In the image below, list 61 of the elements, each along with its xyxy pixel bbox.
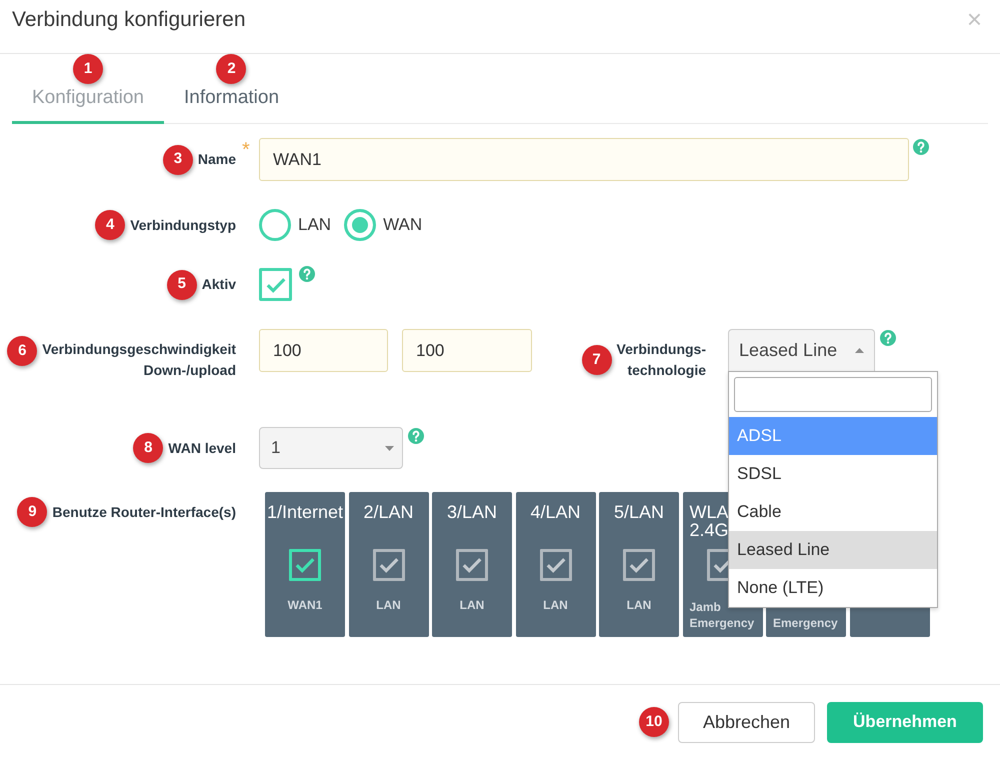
option-label[interactable]: LAN bbox=[298, 212, 332, 238]
interface-name: 3/LAN bbox=[446, 503, 498, 524]
checkbox[interactable] bbox=[259, 268, 292, 301]
help-icon[interactable] bbox=[880, 330, 896, 346]
interface-label: LAN bbox=[543, 597, 568, 613]
interface-name: 1/Internet bbox=[266, 503, 344, 524]
interface-name: WLA 2.4G bbox=[690, 503, 729, 542]
checkmark-icon bbox=[266, 276, 286, 292]
name-field[interactable]: WAN1 bbox=[259, 138, 909, 181]
dropdown-option[interactable]: SDSL bbox=[729, 455, 937, 493]
callout-number: 10 bbox=[639, 707, 669, 737]
download-field[interactable]: 100 bbox=[259, 329, 388, 372]
field-label: Verbindungs-technologie bbox=[616, 340, 706, 380]
field-label: Name bbox=[198, 150, 236, 169]
interface-name: 4/LAN bbox=[530, 503, 581, 524]
help-icon[interactable] bbox=[408, 428, 424, 444]
field-label: Aktiv bbox=[202, 275, 236, 294]
interface-name: 5/LAN bbox=[614, 503, 664, 524]
callout-number: 2 bbox=[216, 54, 246, 84]
field-label: WAN level bbox=[168, 438, 236, 458]
callout-number: 3 bbox=[162, 144, 193, 174]
callout-number: 6 bbox=[7, 336, 38, 366]
field-label: Benutze Router-Interface(s) bbox=[52, 502, 236, 522]
caret-down-icon bbox=[385, 446, 394, 450]
upload-field[interactable]: 100 bbox=[402, 329, 532, 372]
tab[interactable]: Information bbox=[164, 85, 300, 124]
radio-button[interactable] bbox=[259, 209, 291, 241]
field-label: Verbindungsgeschwindigkeit Down-/upload bbox=[42, 340, 236, 380]
callout-number: 5 bbox=[166, 270, 197, 300]
checkmark-icon bbox=[629, 557, 649, 573]
dialog-title: Verbindung konfigurieren bbox=[12, 8, 246, 32]
callout-number: 8 bbox=[133, 433, 164, 463]
technology-dropdown[interactable]: Leased Line bbox=[728, 329, 875, 371]
dropdown-option[interactable]: Leased Line bbox=[729, 531, 937, 569]
checkmark-icon bbox=[378, 557, 398, 573]
callout-number: 9 bbox=[17, 497, 48, 527]
callout-number: 7 bbox=[582, 345, 612, 375]
required-mark: * bbox=[242, 139, 250, 161]
help-icon[interactable] bbox=[299, 266, 315, 282]
level-dropdown[interactable]: 1 bbox=[259, 427, 403, 469]
checkmark-icon bbox=[546, 557, 566, 573]
search-field[interactable] bbox=[734, 377, 932, 412]
interface-checkbox[interactable] bbox=[289, 549, 321, 581]
interface-label: Emergency bbox=[773, 615, 838, 631]
interface-label: LAN bbox=[376, 597, 401, 613]
interface-label: LAN bbox=[626, 597, 652, 613]
checkmark-icon bbox=[295, 557, 315, 573]
option-label[interactable]: WAN bbox=[383, 212, 422, 238]
dropdown-option[interactable]: None (LTE) bbox=[729, 569, 937, 607]
radio-button[interactable] bbox=[344, 209, 376, 241]
callout-number: 1 bbox=[72, 54, 103, 84]
caret-up-icon bbox=[855, 348, 864, 353]
help-icon[interactable] bbox=[913, 139, 929, 155]
callout-number: 4 bbox=[95, 210, 126, 240]
interface-label: WAN1 bbox=[288, 597, 322, 613]
field-label: Verbindungstyp bbox=[130, 216, 236, 235]
interface-label: LAN bbox=[460, 597, 484, 613]
checkmark-icon bbox=[462, 557, 482, 573]
dropdown-option[interactable]: Cable bbox=[729, 493, 937, 531]
interface-name: 2/LAN bbox=[363, 503, 414, 524]
dialog-button[interactable]: Abbrechen bbox=[678, 702, 815, 742]
